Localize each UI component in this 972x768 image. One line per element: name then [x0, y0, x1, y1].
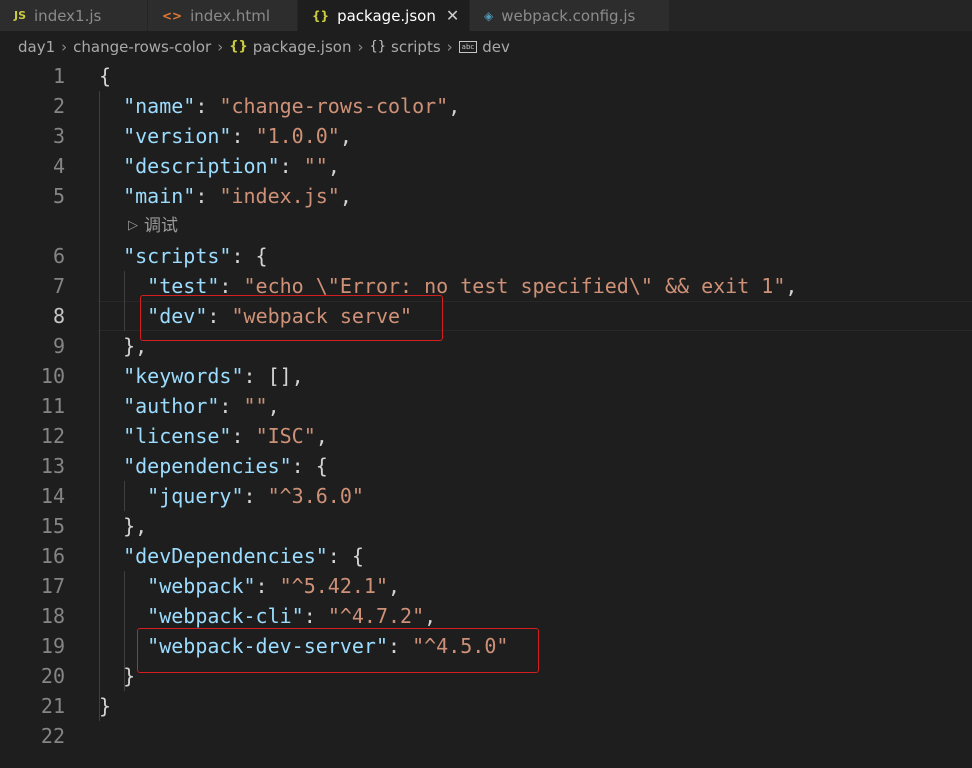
line-number: 14 [40, 484, 65, 508]
code-text: "version": "1.0.0", [123, 124, 352, 148]
line-number: 21 [40, 694, 65, 718]
play-icon: ▷ [128, 218, 138, 233]
code-text: "main": "index.js", [123, 184, 352, 208]
html-file-icon: <> [162, 8, 183, 23]
string-symbol-icon: abc [458, 40, 478, 53]
chevron-right-icon: › [357, 37, 364, 56]
code-text: "webpack-cli": "^4.7.2", [147, 604, 437, 628]
chevron-right-icon: › [61, 37, 68, 56]
code-text: "dependencies": { [123, 454, 328, 478]
code-text: "jquery": "^3.6.0" [147, 484, 364, 508]
code-line[interactable]: 20 } [0, 661, 972, 691]
code-text: "scripts": { [123, 244, 268, 268]
codelens-label: 调试 [144, 216, 178, 236]
line-number: 15 [40, 514, 65, 538]
code-text: { [99, 64, 112, 88]
code-text: "webpack-dev-server": "^4.5.0" [147, 634, 509, 658]
code-line[interactable]: 13 "dependencies": { [0, 451, 972, 481]
line-number: 13 [40, 454, 65, 478]
line-number: 11 [40, 394, 65, 418]
code-line[interactable]: 10 "keywords": [], [0, 361, 972, 391]
breadcrumb-item-day1[interactable]: day1 [18, 38, 55, 56]
code-line[interactable]: 6 "scripts": { [0, 241, 972, 271]
json-file-icon: {} [312, 8, 330, 23]
code-line[interactable]: 17 "webpack": "^5.42.1", [0, 571, 972, 601]
line-number: 2 [52, 94, 65, 118]
code-line[interactable]: 19 "webpack-dev-server": "^4.5.0" [0, 631, 972, 661]
line-number: 20 [40, 664, 65, 688]
code-text: "webpack": "^5.42.1", [147, 574, 401, 598]
code-line[interactable]: 18 "webpack-cli": "^4.7.2", [0, 601, 972, 631]
code-line[interactable]: 11 "author": "", [0, 391, 972, 421]
code-text: "description": "", [123, 154, 340, 178]
code-text: "keywords": [], [123, 364, 304, 388]
breadcrumb: day1 › change-rows-color › {} package.js… [0, 31, 972, 62]
code-line[interactable]: 16 "devDependencies": { [0, 541, 972, 571]
code-text: "license": "ISC", [123, 424, 328, 448]
code-line[interactable]: 15 }, [0, 511, 972, 541]
code-line[interactable]: 3 "version": "1.0.0", [0, 121, 972, 151]
breadcrumb-item-change-rows-color[interactable]: change-rows-color [73, 38, 211, 56]
tab-index1-js[interactable]: JS index1.js [0, 0, 148, 31]
close-icon[interactable]: ✕ [446, 6, 459, 25]
line-number: 17 [40, 574, 65, 598]
code-text: "name": "change-rows-color", [123, 94, 461, 118]
tab-label: index1.js [34, 6, 102, 25]
tab-label: index.html [190, 6, 271, 25]
code-text: } [99, 694, 112, 718]
code-text: }, [99, 514, 148, 538]
breadcrumb-item-dev[interactable]: dev [482, 38, 510, 56]
code-line[interactable]: 9 }, [0, 331, 972, 361]
tab-index-html[interactable]: <> index.html [148, 0, 298, 31]
code-line[interactable]: 4 "description": "", [0, 151, 972, 181]
line-number: 19 [40, 634, 65, 658]
code-line[interactable]: 7 "test": "echo \"Error: no test specifi… [0, 271, 972, 301]
code-line[interactable]: 2 "name": "change-rows-color", [0, 91, 972, 121]
line-number: 4 [52, 154, 65, 178]
line-number: 16 [40, 544, 65, 568]
tab-webpack-config-js[interactable]: ◈ webpack.config.js [470, 0, 670, 31]
tab-label: webpack.config.js [501, 6, 636, 25]
code-text: }, [99, 334, 148, 358]
chevron-right-icon: › [446, 37, 453, 56]
line-number: 1 [52, 64, 65, 88]
code-editor[interactable]: ▷ 调试 1{2 "name": "change-rows-color", 3 "… [0, 61, 972, 768]
code-line[interactable]: 14 "jquery": "^3.6.0" [0, 481, 972, 511]
line-number: 10 [40, 364, 65, 388]
chevron-right-icon: › [217, 37, 224, 56]
code-text: "devDependencies": { [123, 544, 364, 568]
tab-package-json[interactable]: {} package.json ✕ [298, 0, 470, 31]
breadcrumb-item-scripts[interactable]: scripts [391, 38, 441, 56]
line-number: 18 [40, 604, 65, 628]
code-line[interactable]: 12 "license": "ISC", [0, 421, 972, 451]
line-number: 7 [52, 274, 65, 298]
object-symbol-icon: {} [369, 39, 387, 54]
line-number: 6 [52, 244, 65, 268]
line-number: 12 [40, 424, 65, 448]
code-text: "dev": "webpack serve" [147, 304, 413, 328]
code-line[interactable]: 1{ [0, 61, 972, 91]
javascript-file-icon: JS [14, 9, 27, 22]
code-text: "test": "echo \"Error: no test specified… [147, 274, 798, 298]
line-number: 9 [52, 334, 65, 358]
debug-codelens[interactable]: ▷ 调试 [128, 211, 178, 241]
code-line[interactable]: 5 "main": "index.js", [0, 181, 972, 211]
code-line[interactable]: 21} [0, 691, 972, 721]
line-number: 22 [40, 724, 65, 748]
code-text: "author": "", [123, 394, 280, 418]
webpack-file-icon: ◈ [484, 8, 494, 23]
json-file-icon: {} [229, 39, 248, 54]
code-line[interactable]: 8 "dev": "webpack serve" [0, 301, 972, 331]
tab-label: package.json [337, 6, 436, 25]
line-number: 3 [52, 124, 65, 148]
editor-tab-bar: JS index1.js <> index.html {} package.js… [0, 0, 972, 31]
code-line[interactable]: 22 [0, 721, 972, 751]
breadcrumb-item-package-json[interactable]: package.json [253, 38, 352, 56]
code-text: } [99, 664, 136, 688]
line-number: 8 [52, 304, 65, 328]
line-number: 5 [52, 184, 65, 208]
